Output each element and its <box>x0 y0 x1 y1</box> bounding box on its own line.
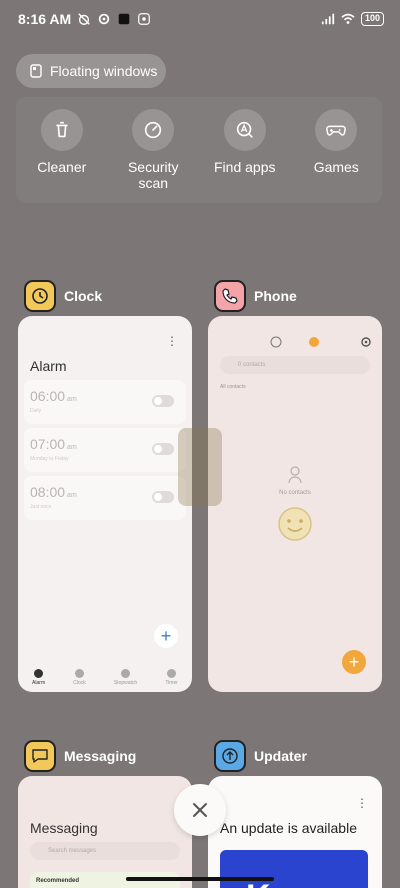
alarm-toggle <box>152 395 174 407</box>
more-icon: ⋮ <box>166 334 178 348</box>
alarm-off-icon <box>78 13 90 25</box>
app-name-messaging: Messaging <box>64 748 137 764</box>
phone-app-icon <box>214 280 246 312</box>
update-banner: K <box>220 850 368 888</box>
wifi-icon <box>341 13 355 24</box>
alarm-ampm: am <box>67 444 77 451</box>
clock-title: Alarm <box>30 358 67 374</box>
notification-status-icon <box>138 13 151 25</box>
tool-security-scan-label: Security scan <box>127 159 179 191</box>
app-header-updater: Updater <box>214 740 382 772</box>
messaging-title: Messaging <box>30 820 98 836</box>
settings-status-icon <box>98 13 110 25</box>
square-status-icon <box>118 13 130 25</box>
phone-preview[interactable]: 0 contacts All contacts No contacts + <box>208 316 382 692</box>
app-header-phone: Phone <box>214 280 382 312</box>
more-icon: ⋮ <box>356 796 368 810</box>
tool-find-apps-label: Find apps <box>214 159 276 175</box>
background-art <box>178 428 222 506</box>
app-card-updater[interactable]: Updater ⋮ An update is available K <box>208 740 382 888</box>
updater-preview[interactable]: ⋮ An update is available K <box>208 776 382 888</box>
alarm-repeat: Just once <box>30 504 52 510</box>
alarm-toggle <box>152 443 174 455</box>
clock-preview[interactable]: ⋮ Alarm 06:00 am Daily 07:00 am Monday to … <box>18 316 192 692</box>
tool-games[interactable]: Games <box>291 97 383 203</box>
gamepad-icon <box>326 125 347 136</box>
gear-icon <box>361 337 371 347</box>
alarm-ampm: am <box>67 396 77 403</box>
tool-cleaner[interactable]: Cleaner <box>16 97 108 203</box>
home-indicator[interactable] <box>126 877 274 881</box>
no-contacts-label: No contacts <box>279 490 311 496</box>
alarm-repeat: Daily <box>30 408 42 414</box>
contacts-tab-icon <box>309 337 319 347</box>
alarm-time: 07:00 <box>30 436 66 452</box>
tool-games-label: Games <box>313 159 359 175</box>
floating-window-icon <box>30 64 42 78</box>
add-contact-icon: + <box>342 650 366 674</box>
clock-tabbar: Alarm Clock Stopwatch Timer <box>18 669 192 686</box>
floating-windows-label: Floating windows <box>50 63 158 79</box>
status-time: 8:16 AM <box>18 11 72 27</box>
alarm-ampm: am <box>67 492 77 499</box>
close-icon <box>193 803 207 817</box>
alarm-time: 06:00 <box>30 388 66 404</box>
tab-alarm: Alarm <box>32 669 45 686</box>
signal-icon <box>321 13 335 25</box>
status-bar: 8:16 AM 100 <box>0 0 400 38</box>
alarm-item: 07:00 am Monday to Friday <box>24 428 186 472</box>
tool-security-scan[interactable]: Security scan <box>108 97 200 203</box>
floating-windows-button[interactable]: Floating windows <box>16 54 166 88</box>
app-name-clock: Clock <box>64 288 103 304</box>
alarm-item: 06:00 am Daily <box>24 380 186 424</box>
gauge-icon <box>145 121 162 139</box>
messaging-preview[interactable]: Messaging Search messages Recommended <box>18 776 192 888</box>
messages-search-input: Search messages <box>30 842 180 860</box>
update-title: An update is available <box>220 820 357 836</box>
person-icon <box>288 466 302 484</box>
battery-icon: 100 <box>360 12 384 26</box>
tool-find-apps[interactable]: Find apps <box>199 97 291 203</box>
search-app-icon <box>236 121 253 138</box>
alarm-repeat: Monday to Friday <box>30 456 69 462</box>
app-name-updater: Updater <box>254 748 307 764</box>
clock-app-icon <box>24 280 56 312</box>
trash-icon <box>56 121 68 138</box>
alarm-item: 08:00 am Just once <box>24 476 186 520</box>
tab-timer: Timer <box>165 669 178 686</box>
alarm-time: 08:00 <box>30 484 66 500</box>
all-contacts-label: All contacts <box>220 384 246 390</box>
contacts-search-input: 0 contacts <box>220 356 370 374</box>
app-card-clock[interactable]: Clock ⋮ Alarm 06:00 am Daily 07:00 am Mond… <box>18 280 192 692</box>
app-header-messaging: Messaging <box>24 740 192 772</box>
tab-stopwatch: Stopwatch <box>114 669 137 686</box>
clear-all-button[interactable] <box>174 784 226 836</box>
alarm-toggle <box>152 491 174 503</box>
tool-cleaner-label: Cleaner <box>37 159 87 175</box>
app-name-phone: Phone <box>254 288 297 304</box>
smiley-icon <box>278 507 312 541</box>
quick-tools-panel: Cleaner Security scan Find apps Games <box>16 97 382 203</box>
app-card-phone[interactable]: Phone 0 contacts All contacts No contact… <box>208 280 382 692</box>
updater-app-icon <box>214 740 246 772</box>
messaging-app-icon <box>24 740 56 772</box>
add-alarm-icon: + <box>154 624 178 648</box>
call-log-icon <box>270 336 282 348</box>
app-card-messaging[interactable]: Messaging Messaging Search messages Reco… <box>18 740 192 888</box>
app-header-clock: Clock <box>24 280 192 312</box>
tab-clock: Clock <box>73 669 86 686</box>
